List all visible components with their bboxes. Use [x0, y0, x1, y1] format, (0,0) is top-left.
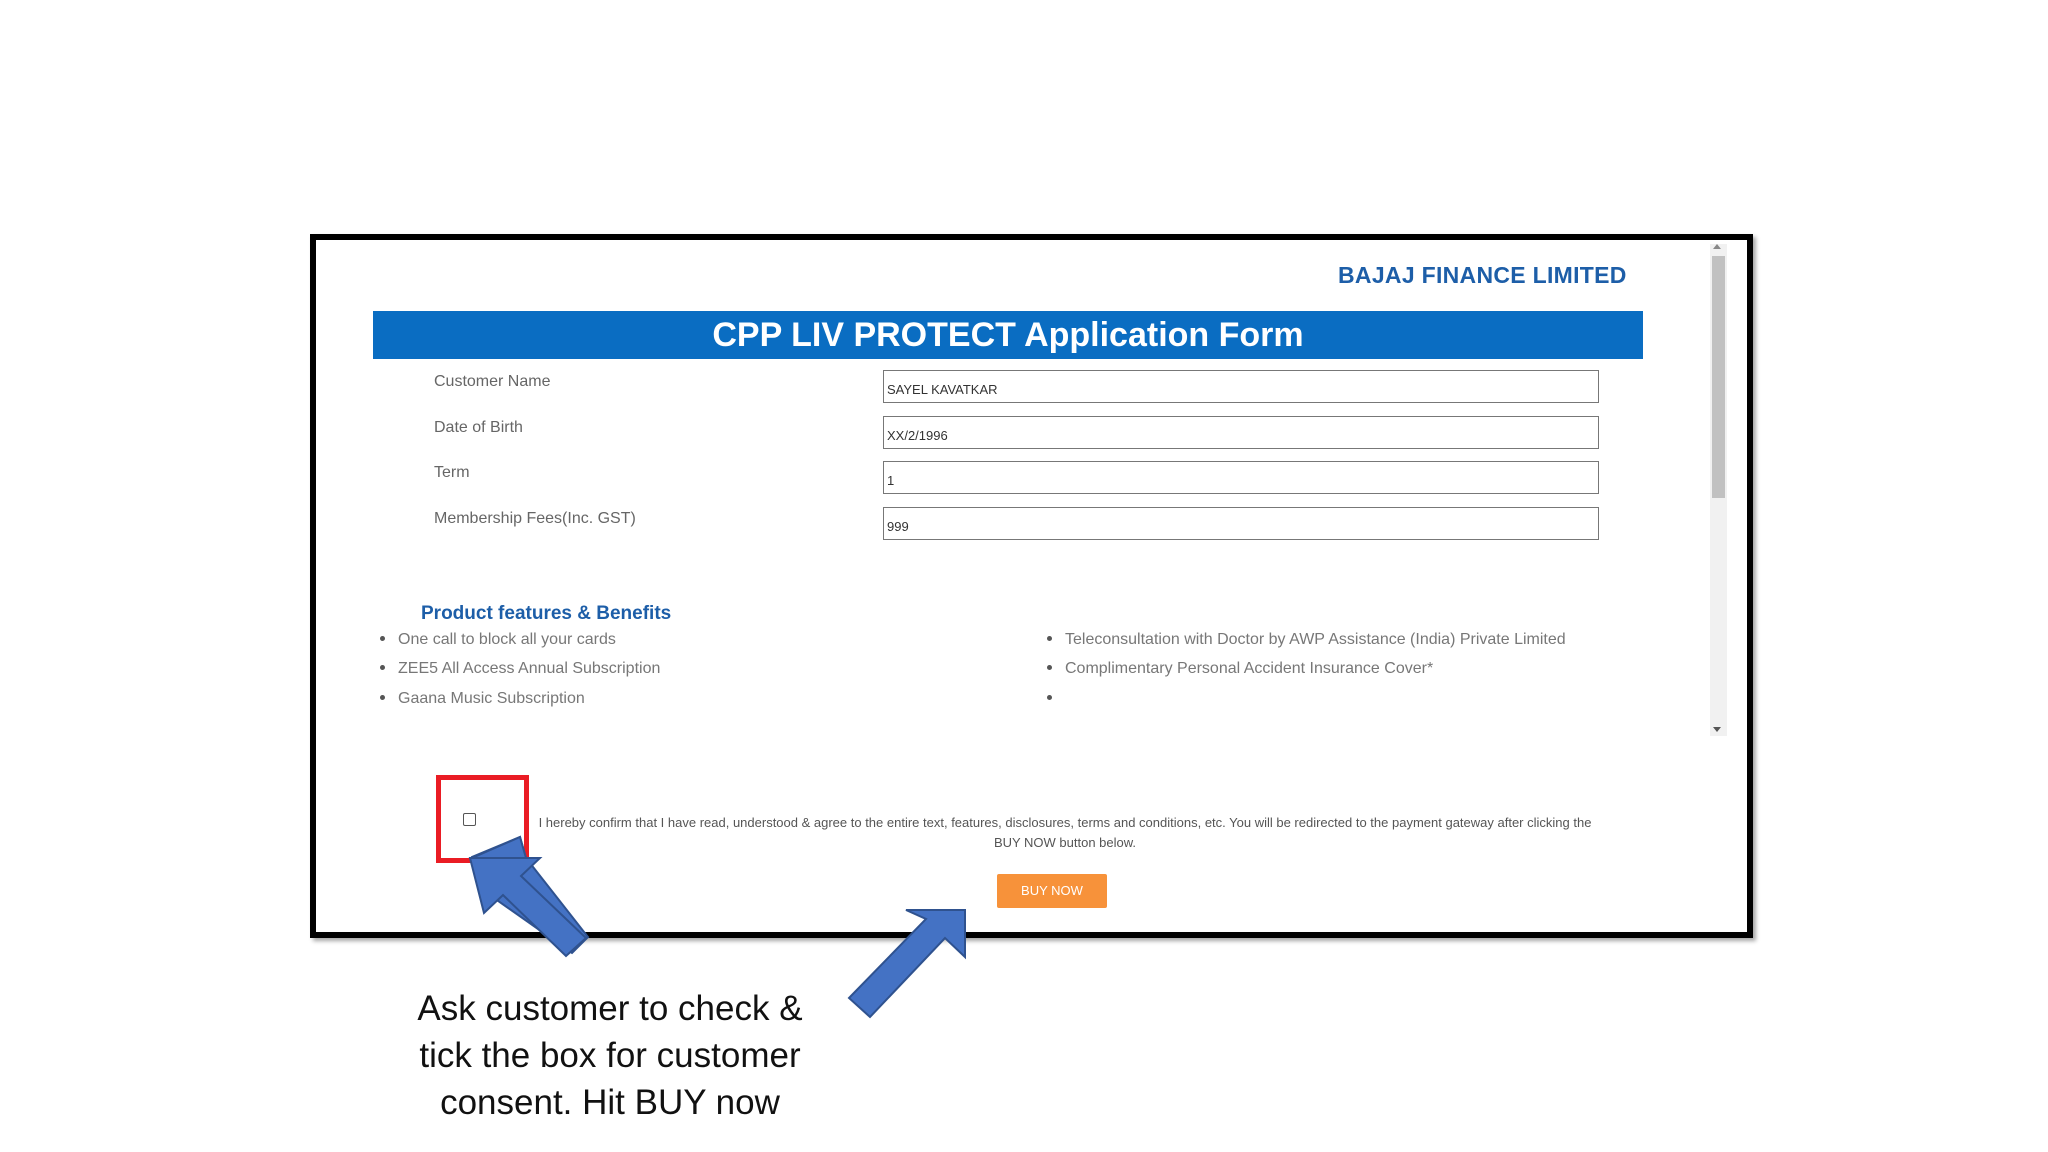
- scroll-up-arrow-icon[interactable]: [1713, 244, 1721, 249]
- bullet-icon: [1047, 695, 1052, 701]
- feature-text: Gaana Music Subscription: [398, 690, 585, 707]
- feature-item: One call to block all your cards: [380, 631, 616, 649]
- feature-text: Teleconsultation with Doctor by AWP Assi…: [1065, 631, 1566, 648]
- form-title-banner: CPP LIV PROTECT Application Form: [373, 311, 1643, 359]
- date-of-birth-label: Date of Birth: [434, 419, 523, 436]
- feature-item: Teleconsultation with Doctor by AWP Assi…: [1047, 631, 1566, 649]
- feature-item: ZEE5 All Access Annual Subscription: [380, 660, 660, 678]
- consent-text: I hereby confirm that I have read, under…: [480, 813, 1650, 853]
- instruction-caption: Ask customer to check & tick the box for…: [360, 985, 860, 1126]
- feature-text: Complimentary Personal Accident Insuranc…: [1065, 660, 1434, 677]
- bullet-icon: [380, 665, 385, 671]
- membership-fees-label: Membership Fees(Inc. GST): [434, 510, 636, 527]
- consent-text-line-1: I hereby confirm that I have read, under…: [538, 815, 1592, 830]
- term-input[interactable]: 1: [883, 461, 1599, 494]
- feature-text: One call to block all your cards: [398, 631, 616, 648]
- buy-now-button[interactable]: BUY NOW: [997, 874, 1107, 908]
- feature-item: Complimentary Personal Accident Insuranc…: [1047, 660, 1433, 678]
- bullet-icon: [380, 636, 385, 642]
- features-section-title: Product features & Benefits: [421, 603, 672, 624]
- brand-logo-text: BAJAJ FINANCE LIMITED: [1338, 262, 1627, 288]
- feature-item: [1047, 690, 1065, 708]
- highlight-box: [436, 775, 529, 863]
- date-of-birth-input[interactable]: XX/2/1996: [883, 416, 1599, 449]
- membership-fees-input[interactable]: 999: [883, 507, 1599, 540]
- term-label: Term: [434, 464, 470, 481]
- customer-name-label: Customer Name: [434, 373, 551, 390]
- caption-line-1: Ask customer to check &: [417, 989, 803, 1028]
- scrollbar-thumb[interactable]: [1712, 256, 1725, 498]
- scroll-down-arrow-icon[interactable]: [1713, 727, 1721, 732]
- caption-line-3: consent. Hit BUY now: [440, 1083, 780, 1122]
- feature-text: ZEE5 All Access Annual Subscription: [398, 660, 661, 677]
- caption-line-2: tick the box for customer: [419, 1036, 801, 1075]
- consent-text-line-2: BUY NOW button below.: [993, 835, 1137, 850]
- bullet-icon: [1047, 636, 1052, 642]
- feature-item: Gaana Music Subscription: [380, 690, 585, 708]
- customer-name-input[interactable]: SAYEL KAVATKAR: [883, 370, 1599, 403]
- bullet-icon: [380, 695, 385, 701]
- bullet-icon: [1047, 665, 1052, 671]
